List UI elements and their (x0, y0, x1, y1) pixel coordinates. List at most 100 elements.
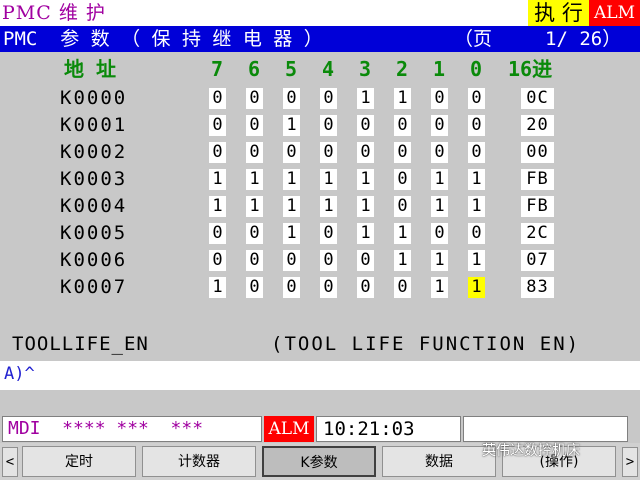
bit-header-0: 0 (470, 57, 483, 81)
softkey-data[interactable]: 数据 (382, 446, 496, 477)
bit-cell[interactable]: 0 (431, 142, 448, 163)
hex-value: 0C (521, 88, 554, 109)
bit-cell[interactable]: 0 (468, 88, 485, 109)
hex-value: 00 (521, 142, 554, 163)
bit-cell[interactable]: 1 (357, 169, 374, 190)
bit-cell[interactable]: 1 (320, 196, 337, 217)
bit-cell[interactable]: 1 (431, 250, 448, 271)
bit-cell[interactable]: 0 (320, 250, 337, 271)
bit-cell[interactable]: 0 (209, 250, 226, 271)
bit-cell[interactable]: 1 (357, 223, 374, 244)
bit-cell[interactable]: 0 (320, 277, 337, 298)
bit-cell[interactable]: 1 (283, 115, 300, 136)
bit-cell[interactable]: 0 (394, 277, 411, 298)
bit-header-7: 7 (211, 57, 224, 81)
bit-cell[interactable]: 1 (468, 277, 485, 298)
bit-cell[interactable]: 0 (468, 115, 485, 136)
bit-cell[interactable]: 0 (320, 223, 337, 244)
bit-cell[interactable]: 1 (283, 223, 300, 244)
bit-cell[interactable]: 1 (246, 169, 263, 190)
screen-title: PMC 维 护 (2, 2, 106, 24)
bit-cell[interactable]: 0 (246, 115, 263, 136)
symbol-name: TOOLLIFE_EN (12, 333, 149, 355)
bit-cell[interactable]: 0 (246, 88, 263, 109)
bit-cell[interactable]: 0 (283, 88, 300, 109)
bit-cell[interactable]: 0 (431, 115, 448, 136)
bit-cell[interactable]: 1 (283, 196, 300, 217)
softkey-left-arrow[interactable]: < (2, 447, 18, 477)
bit-cell[interactable]: 0 (357, 115, 374, 136)
bit-cell[interactable]: 1 (209, 277, 226, 298)
bit-cell[interactable]: 0 (320, 88, 337, 109)
bit-cell[interactable]: 0 (209, 88, 226, 109)
bit-cell[interactable]: 1 (431, 277, 448, 298)
input-line[interactable] (0, 362, 640, 390)
bit-cell[interactable]: 0 (431, 88, 448, 109)
hex-value: 07 (521, 250, 554, 271)
bit-cell[interactable]: 0 (283, 250, 300, 271)
hex-value: FB (521, 169, 554, 190)
bit-cell[interactable]: 0 (431, 223, 448, 244)
bit-cell[interactable]: 0 (209, 223, 226, 244)
bit-cell[interactable]: 0 (357, 277, 374, 298)
softkey-timer[interactable]: 定时 (22, 446, 136, 477)
bit-cell[interactable]: 1 (209, 169, 226, 190)
bit-cell[interactable]: 1 (468, 169, 485, 190)
softkey-k-param[interactable]: K参数 (262, 446, 376, 477)
bit-header-1: 1 (433, 57, 446, 81)
hex-value: 2C (521, 223, 554, 244)
status-blank (463, 416, 628, 442)
title-bar-label: PMC 参 数 （ 保 持 继 电 器 ） (3, 28, 323, 50)
bit-cell[interactable]: 1 (246, 196, 263, 217)
bit-cell[interactable]: 1 (209, 196, 226, 217)
bit-cell[interactable]: 1 (394, 88, 411, 109)
alarm-indicator: ALM (589, 0, 640, 26)
bit-cell[interactable]: 1 (468, 250, 485, 271)
page-label: （页 (454, 28, 493, 50)
bit-cell[interactable]: 0 (209, 142, 226, 163)
clock: 10:21:03 (316, 416, 461, 442)
bit-cell[interactable]: 1 (320, 169, 337, 190)
bit-header-5: 5 (285, 57, 298, 81)
bit-cell[interactable]: 1 (357, 88, 374, 109)
bit-cell[interactable]: 1 (394, 250, 411, 271)
bit-cell[interactable]: 0 (357, 250, 374, 271)
watermark: 英伟达数控机床 (482, 443, 580, 459)
softkey-counter[interactable]: 计数器 (142, 446, 256, 477)
bit-header-4: 4 (322, 57, 335, 81)
bit-cell[interactable]: 0 (394, 196, 411, 217)
bit-header-6: 6 (248, 57, 261, 81)
bit-cell[interactable]: 1 (357, 196, 374, 217)
bit-cell[interactable]: 0 (468, 142, 485, 163)
softkey-right-arrow[interactable]: > (622, 447, 638, 477)
bit-cell[interactable]: 0 (246, 142, 263, 163)
bit-cell[interactable]: 0 (246, 223, 263, 244)
bit-cell[interactable]: 0 (357, 142, 374, 163)
bit-cell[interactable]: 0 (320, 115, 337, 136)
hex-header: 16进 (508, 57, 553, 81)
bit-cell[interactable]: 1 (431, 169, 448, 190)
bit-cell[interactable]: 0 (468, 223, 485, 244)
bit-cell[interactable]: 0 (320, 142, 337, 163)
bit-cell[interactable]: 0 (209, 115, 226, 136)
hex-value: FB (521, 196, 554, 217)
address-header: 地 址 (64, 57, 117, 81)
exec-indicator: 执 行 (528, 0, 589, 26)
hex-value: 83 (521, 277, 554, 298)
bit-cell[interactable]: 1 (431, 196, 448, 217)
address-label: K0005 (60, 222, 128, 244)
bit-cell[interactable]: 1 (468, 196, 485, 217)
symbol-comment: (TOOL LIFE FUNCTION EN) (271, 333, 581, 355)
title-bar: PMC 参 数 （ 保 持 继 电 器 ） （页 1/ 26） (0, 26, 640, 52)
bit-cell[interactable]: 0 (394, 142, 411, 163)
bit-cell[interactable]: 0 (283, 277, 300, 298)
bit-cell[interactable]: 1 (283, 169, 300, 190)
bit-cell[interactable]: 0 (394, 169, 411, 190)
bit-cell[interactable]: 1 (394, 223, 411, 244)
bit-cell[interactable]: 0 (246, 277, 263, 298)
bit-cell[interactable]: 0 (246, 250, 263, 271)
bit-cell[interactable]: 0 (283, 142, 300, 163)
address-label: K0006 (60, 249, 128, 271)
status-alarm: ALM (264, 416, 314, 442)
bit-cell[interactable]: 0 (394, 115, 411, 136)
